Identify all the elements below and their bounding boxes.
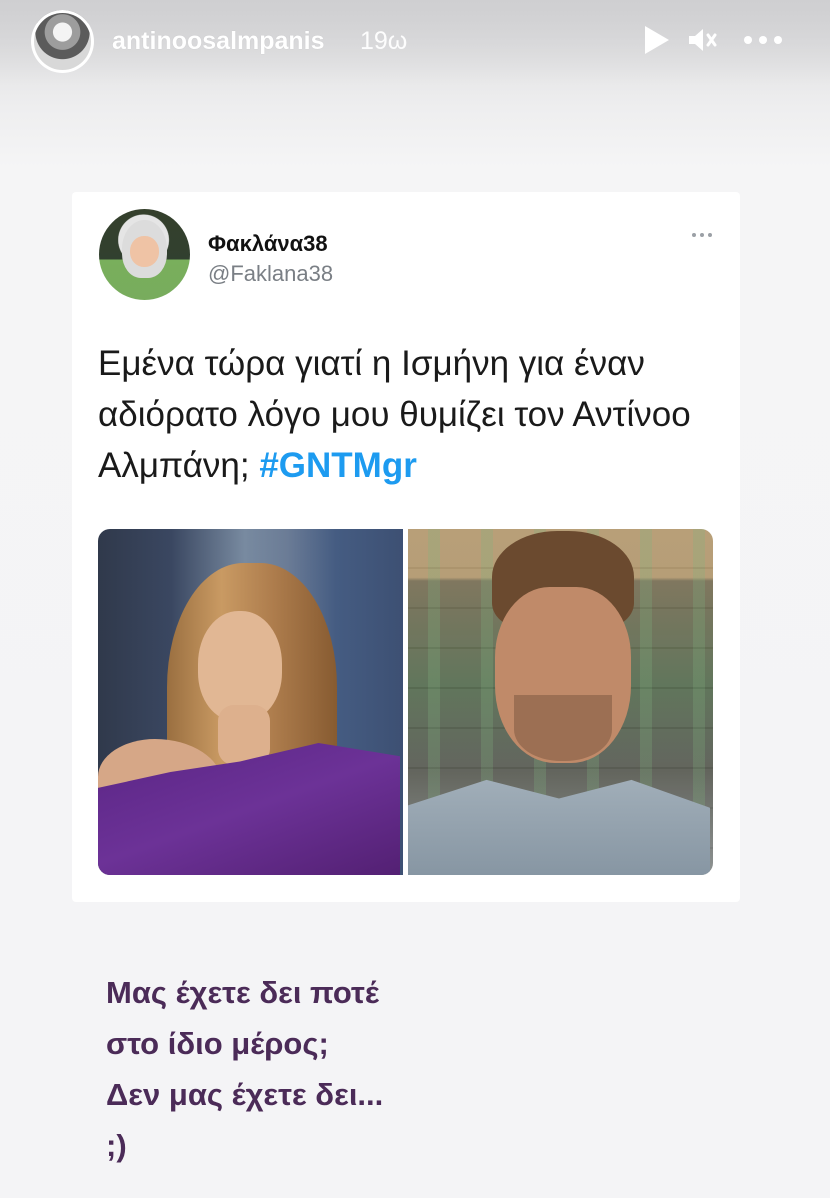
story-caption: Μας έχετε δει ποτέ στο ίδιο μέρος; Δεν μ… bbox=[106, 975, 384, 1163]
tweet-more-icon[interactable] bbox=[692, 233, 712, 237]
tweet-card[interactable]: Φακλάνα38 @Faklana38 Εμένα τώρα γιατί η … bbox=[72, 192, 740, 902]
username[interactable]: antinoosalmpanis bbox=[112, 27, 325, 56]
mute-icon[interactable] bbox=[683, 21, 721, 59]
tweet-handle[interactable]: @Faklana38 bbox=[208, 261, 333, 287]
story-time: 19ω bbox=[360, 27, 408, 55]
tweet-display-name[interactable]: Φακλάνα38 bbox=[208, 231, 328, 257]
play-icon[interactable] bbox=[636, 21, 674, 59]
hashtag-link[interactable]: #GNTMgr bbox=[259, 446, 417, 485]
man-photo[interactable] bbox=[408, 529, 713, 875]
more-icon[interactable] bbox=[736, 21, 790, 59]
profile-avatar[interactable] bbox=[31, 10, 94, 73]
tweet-text: Εμένα τώρα γιατί η Ισμήνη για έναν αδιόρ… bbox=[98, 338, 698, 491]
tweet-avatar[interactable] bbox=[99, 209, 190, 300]
tweet-media[interactable] bbox=[98, 529, 713, 875]
woman-photo[interactable] bbox=[98, 529, 403, 875]
story-header: antinoosalmpanis 19ω bbox=[0, 0, 830, 85]
